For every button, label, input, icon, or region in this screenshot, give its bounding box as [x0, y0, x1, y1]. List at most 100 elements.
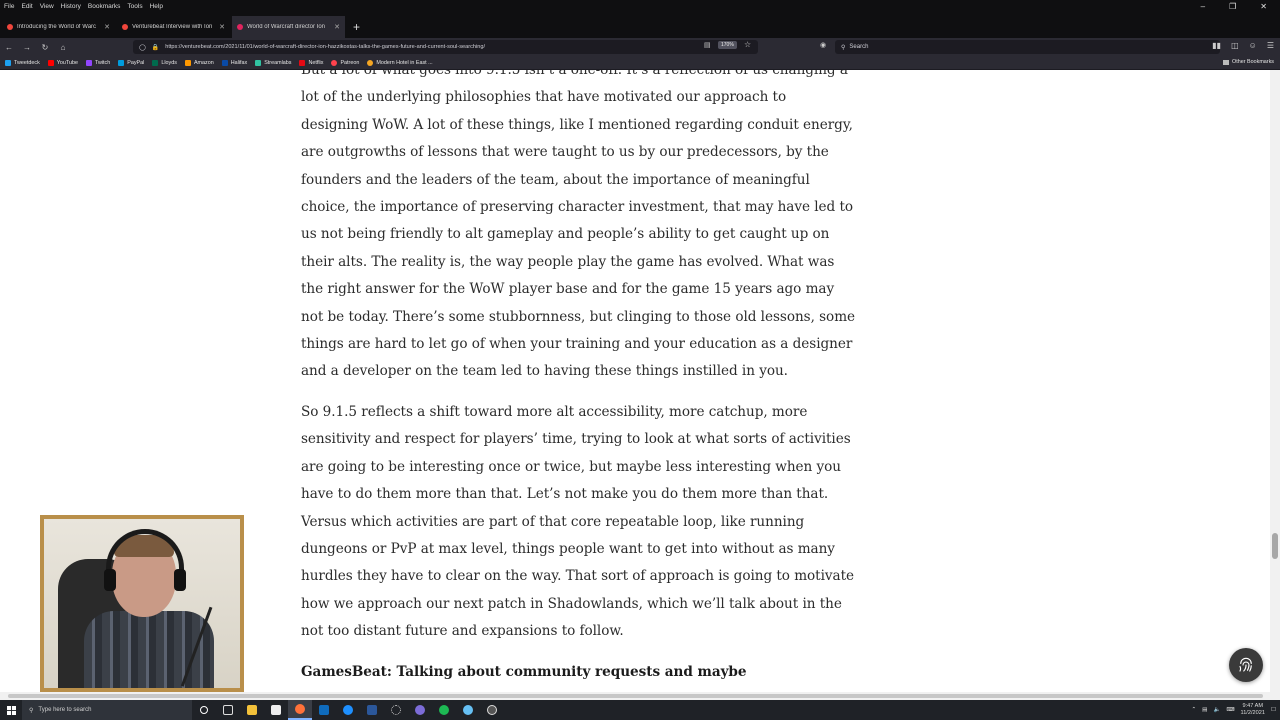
back-icon[interactable]: ← — [0, 43, 18, 52]
visio-button[interactable] — [360, 700, 384, 720]
menu-help[interactable]: Help — [150, 3, 163, 10]
cortana-icon — [200, 706, 208, 714]
bookmark-patreon[interactable]: Patreon — [331, 59, 359, 66]
article-paragraph: So 9.1.5 reflects a shift toward more al… — [301, 403, 854, 640]
menu-edit[interactable]: Edit — [21, 3, 32, 10]
navigation-bar: ← → ↻ ⌂ ◯ 🔒 https://venturebeat.com/2021… — [0, 38, 1280, 56]
horizontal-scrollbar[interactable] — [0, 692, 1280, 700]
menu-bookmarks[interactable]: Bookmarks — [88, 3, 121, 10]
windows-logo-icon — [6, 705, 16, 715]
volume-icon[interactable]: 🔈 — [1213, 707, 1220, 713]
netflix-icon — [299, 59, 306, 66]
firefox-button[interactable] — [288, 700, 312, 720]
home-icon[interactable]: ⌂ — [54, 43, 72, 52]
account-icon[interactable]: ☺ — [1249, 41, 1257, 50]
menu-hamburger-icon[interactable]: ☰ — [1267, 41, 1274, 50]
notifications-icon[interactable]: ☐ — [1271, 707, 1276, 713]
spotify-icon — [439, 705, 449, 715]
bookmark-netflix[interactable]: Netflix — [299, 59, 323, 66]
other-bookmarks[interactable]: Other Bookmarks — [1223, 59, 1274, 65]
bookmark-modern-hotel[interactable]: Modern Hotel in East ... — [367, 59, 433, 66]
tab-2[interactable]: Venturebeat Interview with Ion ✕ — [117, 16, 230, 38]
taskbar-search-input[interactable]: ⚲ Type here to search — [22, 700, 192, 720]
close-icon[interactable]: ✕ — [1260, 2, 1267, 11]
scrollbar-thumb[interactable] — [1272, 533, 1278, 559]
sidebar-icon[interactable]: ◫ — [1231, 41, 1239, 50]
horizontal-scrollbar-thumb[interactable] — [8, 694, 1263, 698]
windows-start-button[interactable] — [0, 700, 22, 720]
bookmark-paypal[interactable]: PayPal — [118, 59, 144, 66]
url-bar[interactable]: ◯ 🔒 https://venturebeat.com/2021/11/01/w… — [133, 40, 758, 54]
steam-icon — [463, 705, 473, 715]
task-view-button[interactable] — [216, 700, 240, 720]
hotel-icon — [367, 59, 374, 66]
bookmark-amazon[interactable]: Amazon — [184, 59, 214, 66]
tracking-shield-icon[interactable]: ◯ — [139, 44, 146, 51]
bookmark-star-icon[interactable]: ☆ — [744, 40, 751, 49]
tray-chevron-icon[interactable]: ⌃ — [1191, 707, 1196, 713]
new-tab-button[interactable]: + — [353, 16, 360, 38]
taskbar: ⚲ Type here to search ⌃ ▤ 🔈 ⌨ 9:47 AM 11… — [0, 700, 1280, 720]
tab-close-icon[interactable]: ✕ — [334, 23, 340, 31]
discord-button[interactable] — [408, 700, 432, 720]
edge-button[interactable] — [336, 700, 360, 720]
bookmark-streamlabs[interactable]: Streamlabs — [255, 59, 291, 66]
halifax-icon — [221, 59, 228, 66]
search-placeholder: Search — [849, 44, 869, 50]
obs-button[interactable] — [480, 700, 504, 720]
cortana-button[interactable] — [192, 700, 216, 720]
reader-view-icon[interactable]: ▤ — [704, 41, 711, 49]
system-tray: ⌃ ▤ 🔈 ⌨ 9:47 AM 11/2/2021 ☐ — [1191, 700, 1276, 720]
pocket-icon[interactable]: ◉ — [820, 41, 826, 49]
article-body: But a lot of what goes into 9.1.5 isn’t … — [301, 70, 856, 692]
toolbar-right: ▮▮ ◫ ☺ ☰ — [1212, 41, 1274, 50]
task-view-icon — [223, 705, 233, 715]
tab-close-icon[interactable]: ✕ — [219, 23, 225, 31]
tab-close-icon[interactable]: ✕ — [104, 23, 110, 31]
restore-icon[interactable]: ❐ — [1229, 2, 1236, 11]
tab-1[interactable]: Introducing the World of Warc ✕ — [2, 16, 115, 38]
bookmark-youtube[interactable]: YouTube — [47, 59, 78, 66]
menu-view[interactable]: View — [40, 3, 54, 10]
tab-title: World of Warcraft director Ion — [247, 24, 326, 30]
fingerprint-button[interactable] — [1229, 648, 1263, 682]
file-explorer-button[interactable] — [240, 700, 264, 720]
network-icon[interactable]: ▤ — [1202, 707, 1207, 713]
store-icon — [271, 705, 281, 715]
steam-button[interactable] — [456, 700, 480, 720]
clock-time: 9:47 AM — [1242, 703, 1263, 709]
streamlabs-icon — [255, 59, 262, 66]
headset-ear-icon — [174, 569, 186, 591]
search-input[interactable]: ⚲ Search — [835, 40, 1220, 54]
lock-icon[interactable]: 🔒 — [152, 44, 159, 51]
vertical-scrollbar[interactable] — [1270, 70, 1280, 692]
forward-icon[interactable]: → — [18, 43, 36, 52]
menu-tools[interactable]: Tools — [127, 3, 142, 10]
tab-3-active[interactable]: World of Warcraft director Ion ✕ — [232, 16, 345, 38]
article-paragraph: But a lot of what goes into 9.1.5 isn’t … — [301, 70, 856, 380]
bookmark-tweetdeck[interactable]: Tweetdeck — [5, 59, 40, 66]
reload-icon[interactable]: ↻ — [36, 43, 54, 52]
edge-icon — [343, 705, 353, 715]
menu-history[interactable]: History — [61, 3, 81, 10]
tweetdeck-icon — [5, 59, 11, 66]
bookmark-halifax[interactable]: Halifax — [221, 59, 247, 66]
settings-button[interactable] — [384, 700, 408, 720]
tab-title: Venturebeat Interview with Ion — [132, 24, 213, 30]
spotify-button[interactable] — [432, 700, 456, 720]
bookmark-twitch[interactable]: Twitch — [85, 59, 110, 66]
bookmarks-toolbar: Tweetdeck YouTube Twitch PayPal Lloyds A… — [0, 56, 1280, 70]
patreon-icon — [331, 59, 338, 66]
library-icon[interactable]: ▮▮ — [1212, 41, 1221, 50]
menu-file[interactable]: File — [4, 3, 14, 10]
obs-icon — [487, 705, 497, 715]
taskbar-clock[interactable]: 9:47 AM 11/2/2021 — [1241, 703, 1265, 717]
webcam-overlay — [40, 515, 244, 692]
outlook-button[interactable] — [312, 700, 336, 720]
zoom-level[interactable]: 170% — [718, 41, 737, 49]
lloyds-icon — [152, 59, 159, 66]
bookmark-lloyds[interactable]: Lloyds — [152, 59, 177, 66]
language-icon[interactable]: ⌨ — [1226, 707, 1234, 713]
minimize-icon[interactable]: – — [1201, 2, 1205, 11]
store-button[interactable] — [264, 700, 288, 720]
